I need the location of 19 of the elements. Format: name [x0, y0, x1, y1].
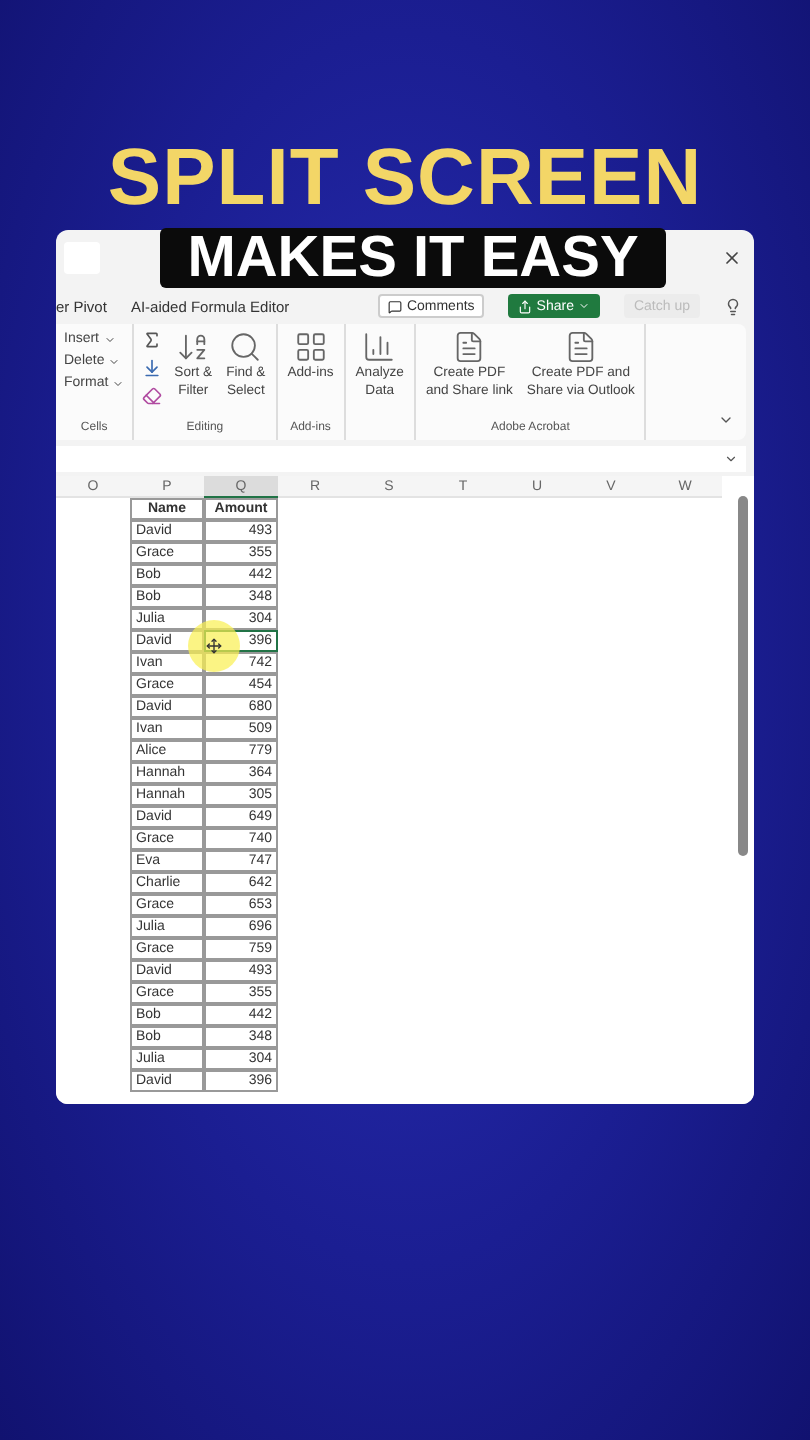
fill-icon[interactable] — [142, 358, 163, 378]
search-icon — [228, 330, 263, 364]
comment-icon — [388, 299, 403, 313]
share-icon — [518, 299, 533, 313]
chart-icon — [362, 330, 397, 364]
document-icon — [452, 330, 487, 364]
document-icon — [563, 330, 598, 364]
close-icon[interactable] — [722, 248, 742, 268]
grid-icon — [293, 330, 328, 364]
eraser-icon[interactable] — [142, 386, 163, 406]
sum-icon[interactable] — [142, 330, 163, 350]
sort-icon — [176, 330, 211, 364]
scrollbar-thumb[interactable] — [737, 496, 747, 856]
chevron-icon[interactable] — [724, 452, 738, 466]
caret-icon — [577, 300, 590, 312]
headline: SPLIT SCREEN — [107, 136, 703, 220]
caption: MAKES IT EASY — [160, 228, 666, 288]
expand-icon[interactable] — [718, 412, 734, 428]
move-cursor-icon — [206, 638, 222, 654]
